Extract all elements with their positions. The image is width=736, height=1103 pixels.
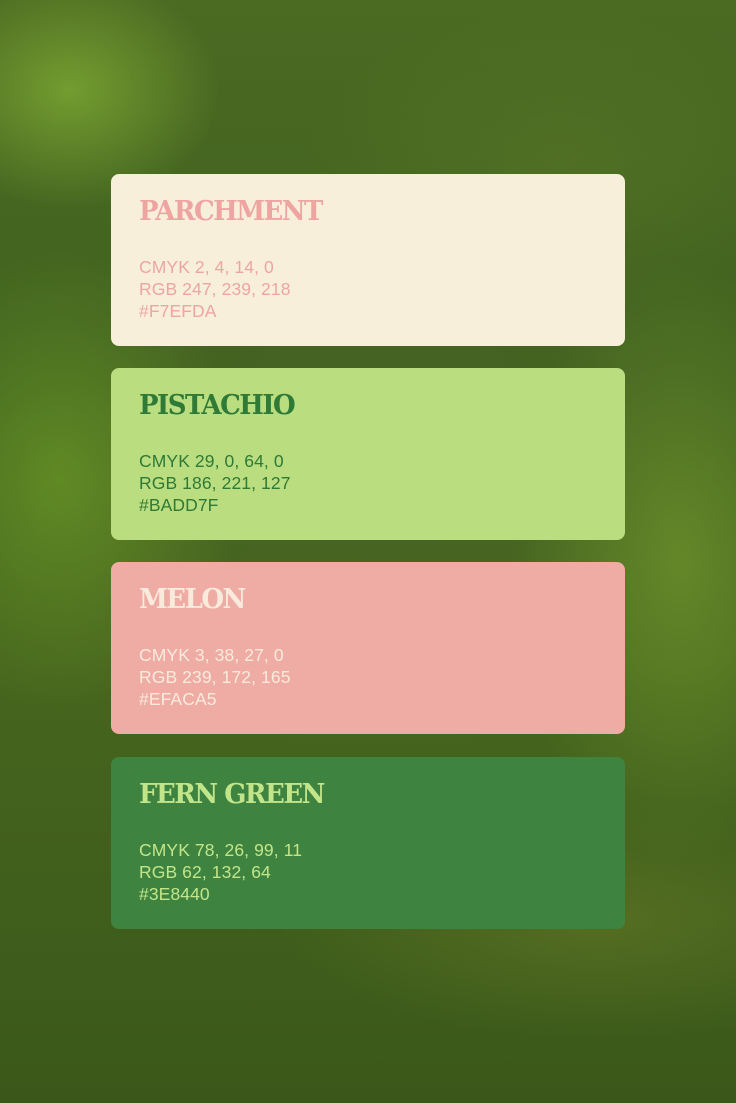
swatch-name: PISTACHIO (139, 390, 296, 422)
swatch-hex: #BADD7F (139, 495, 219, 515)
matcha-background-photo (0, 0, 736, 1103)
color-swatch-card-parchment: PARCHMENT CMYK 2, 4, 14, 0 RGB 247, 239,… (111, 174, 625, 346)
swatch-name: PARCHMENT (139, 196, 323, 228)
swatch-values: CMYK 29, 0, 64, 0 RGB 186, 221, 127 #BAD… (139, 450, 291, 516)
swatch-rgb: RGB 247, 239, 218 (139, 279, 291, 299)
swatch-values: CMYK 2, 4, 14, 0 RGB 247, 239, 218 #F7EF… (139, 256, 291, 322)
swatch-hex: #3E8440 (139, 884, 210, 904)
color-swatch-card-pistachio: PISTACHIO CMYK 29, 0, 64, 0 RGB 186, 221… (111, 368, 625, 540)
swatch-rgb: RGB 186, 221, 127 (139, 473, 291, 493)
swatch-rgb: RGB 239, 172, 165 (139, 667, 291, 687)
swatch-hex: #F7EFDA (139, 301, 217, 321)
swatch-cmyk: CMYK 3, 38, 27, 0 (139, 645, 284, 665)
swatch-values: CMYK 3, 38, 27, 0 RGB 239, 172, 165 #EFA… (139, 644, 291, 710)
swatch-cmyk: CMYK 78, 26, 99, 11 (139, 840, 303, 860)
swatch-hex: #EFACA5 (139, 689, 217, 709)
swatch-name: FERN GREEN (139, 779, 325, 811)
color-swatch-card-fern-green: FERN GREEN CMYK 78, 26, 99, 11 RGB 62, 1… (111, 757, 625, 929)
swatch-name: MELON (139, 584, 246, 616)
swatch-values: CMYK 78, 26, 99, 11 RGB 62, 132, 64 #3E8… (139, 839, 302, 905)
swatch-cmyk: CMYK 29, 0, 64, 0 (139, 451, 284, 471)
color-swatch-card-melon: MELON CMYK 3, 38, 27, 0 RGB 239, 172, 16… (111, 562, 625, 734)
swatch-rgb: RGB 62, 132, 64 (139, 862, 271, 882)
swatch-cmyk: CMYK 2, 4, 14, 0 (139, 257, 274, 277)
